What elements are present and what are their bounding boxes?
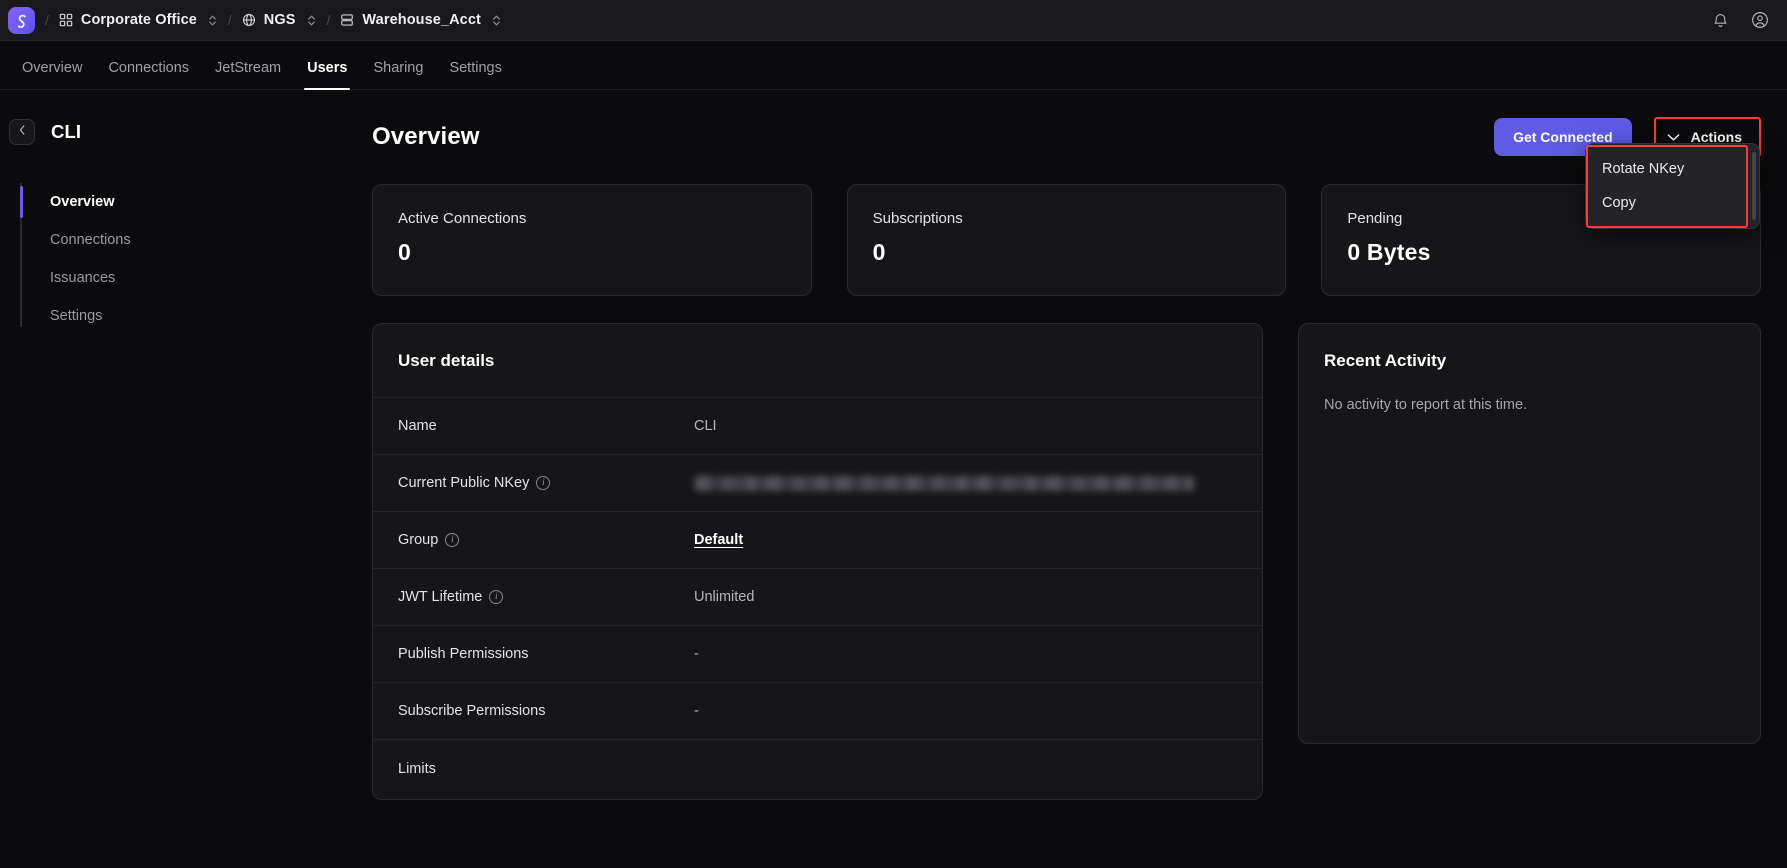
globe-icon <box>242 13 256 27</box>
tab-connections[interactable]: Connections <box>95 60 202 89</box>
detail-label: Name <box>398 418 694 434</box>
breadcrumb-corporate-office[interactable]: Corporate Office <box>59 12 218 28</box>
topbar-right-actions <box>1712 11 1769 29</box>
detail-label-text: Subscribe Permissions <box>398 703 546 719</box>
page-title: Overview <box>372 123 480 150</box>
breadcrumb-warehouse-acct[interactable]: Warehouse_Acct <box>340 12 502 28</box>
breadcrumb-ngs[interactable]: NGS <box>242 12 317 28</box>
table-row: JWT Lifetime i Unlimited <box>373 569 1262 626</box>
detail-value: CLI <box>694 418 717 434</box>
breadcrumb-separator-3: / <box>326 12 331 28</box>
detail-label: Group i <box>398 532 694 548</box>
main-header: Overview Get Connected Actions <box>372 116 1761 158</box>
stat-label: Active Connections <box>398 210 527 227</box>
dropdown-scrollbar[interactable] <box>1752 152 1756 220</box>
table-row: Limits <box>373 740 1262 797</box>
chevron-up-down-icon[interactable] <box>491 14 502 27</box>
server-stack-icon <box>340 13 354 27</box>
breadcrumb-separator-1: / <box>45 12 49 28</box>
synadia-swirl-logo[interactable] <box>8 6 35 34</box>
table-row: Subscribe Permissions - <box>373 683 1262 740</box>
detail-label-text: Limits <box>398 760 436 777</box>
user-details-heading: User details <box>373 324 1262 398</box>
table-row: Publish Permissions - <box>373 626 1262 683</box>
stat-card-subscriptions: Subscriptions 0 <box>846 184 1287 296</box>
sidebar-nav: Overview Connections Issuances Settings <box>0 183 372 335</box>
detail-label-text: Current Public NKey <box>398 475 530 491</box>
sidebar-item-issuances[interactable]: Issuances <box>20 259 372 297</box>
tab-overview[interactable]: Overview <box>9 60 95 89</box>
chevron-up-down-icon[interactable] <box>306 14 317 27</box>
recent-activity-title: Recent Activity <box>1324 351 1447 370</box>
tab-sharing[interactable]: Sharing <box>360 60 436 89</box>
chevron-up-down-icon[interactable] <box>207 14 218 27</box>
detail-label: Current Public NKey i <box>398 475 694 491</box>
detail-label-text: Publish Permissions <box>398 646 529 662</box>
detail-label: Subscribe Permissions <box>398 703 694 719</box>
stat-card-active-connections: Active Connections 0 <box>372 184 812 296</box>
recent-activity-card: Recent Activity No activity to report at… <box>1298 323 1761 744</box>
detail-value-redacted <box>694 475 1194 491</box>
lower-row: User details Name CLI Current Public NKe… <box>372 323 1761 800</box>
stats-row: Active Connections 0 Subscriptions 0 Pen… <box>372 184 1762 296</box>
detail-label: JWT Lifetime i <box>398 589 694 605</box>
table-row: Current Public NKey i <box>373 455 1262 512</box>
breadcrumb-label: Corporate Office <box>80 12 197 28</box>
detail-label-text: JWT Lifetime <box>398 589 483 605</box>
recent-activity-empty-text: No activity to report at this time. <box>1324 397 1528 413</box>
breadcrumb-separator-2: / <box>227 12 232 28</box>
detail-value: - <box>694 646 699 662</box>
tab-jetstream[interactable]: JetStream <box>202 60 294 89</box>
user-details-card: User details Name CLI Current Public NKe… <box>372 323 1263 800</box>
sidebar-title: CLI <box>51 121 82 142</box>
notifications-bell-icon[interactable] <box>1712 12 1729 29</box>
tab-settings[interactable]: Settings <box>436 60 514 89</box>
menu-item-copy[interactable]: Copy <box>1586 186 1759 220</box>
primary-nav-tabs: Overview Connections JetStream Users Sha… <box>0 41 1787 90</box>
chevron-left-icon <box>18 123 27 141</box>
detail-label-text: Name <box>398 418 437 434</box>
user-account-icon[interactable] <box>1751 11 1769 29</box>
sidebar-item-connections[interactable]: Connections <box>20 221 372 259</box>
detail-value: Unlimited <box>694 589 755 605</box>
detail-label-text: Group <box>398 532 439 548</box>
info-icon[interactable]: i <box>489 590 504 604</box>
group-link[interactable]: Default <box>694 532 743 548</box>
breadcrumb-label: NGS <box>263 12 296 28</box>
detail-value: - <box>694 703 699 719</box>
back-button[interactable] <box>9 119 35 145</box>
table-row: Group i Default <box>373 512 1262 569</box>
stat-value: 0 Bytes <box>1347 239 1431 265</box>
grid-icon <box>59 13 73 27</box>
top-bar: / Corporate Office / NGS / Warehouse_Acc… <box>0 0 1787 41</box>
info-icon[interactable]: i <box>536 476 551 490</box>
sidebar: CLI Overview Connections Issuances Setti… <box>0 90 372 867</box>
info-icon[interactable]: i <box>445 533 460 547</box>
page-body: CLI Overview Connections Issuances Setti… <box>0 90 1787 867</box>
tab-users[interactable]: Users <box>294 60 360 90</box>
sidebar-item-overview[interactable]: Overview <box>20 183 372 221</box>
stat-value: 0 <box>398 239 411 265</box>
main-content: Overview Get Connected Actions Active Co… <box>372 90 1787 867</box>
detail-label: Limits <box>398 761 694 777</box>
breadcrumb-label: Warehouse_Acct <box>362 12 481 28</box>
actions-dropdown-menu: Rotate NKey Copy <box>1585 143 1760 229</box>
stat-label: Subscriptions <box>872 210 963 227</box>
menu-item-rotate-nkey[interactable]: Rotate NKey <box>1586 152 1759 186</box>
redacted-nkey-value <box>694 475 1194 491</box>
stat-value: 0 <box>872 239 886 265</box>
detail-label: Publish Permissions <box>398 646 694 662</box>
sidebar-header: CLI <box>0 119 372 145</box>
sidebar-item-settings[interactable]: Settings <box>20 297 372 335</box>
table-row: Name CLI <box>373 398 1262 455</box>
